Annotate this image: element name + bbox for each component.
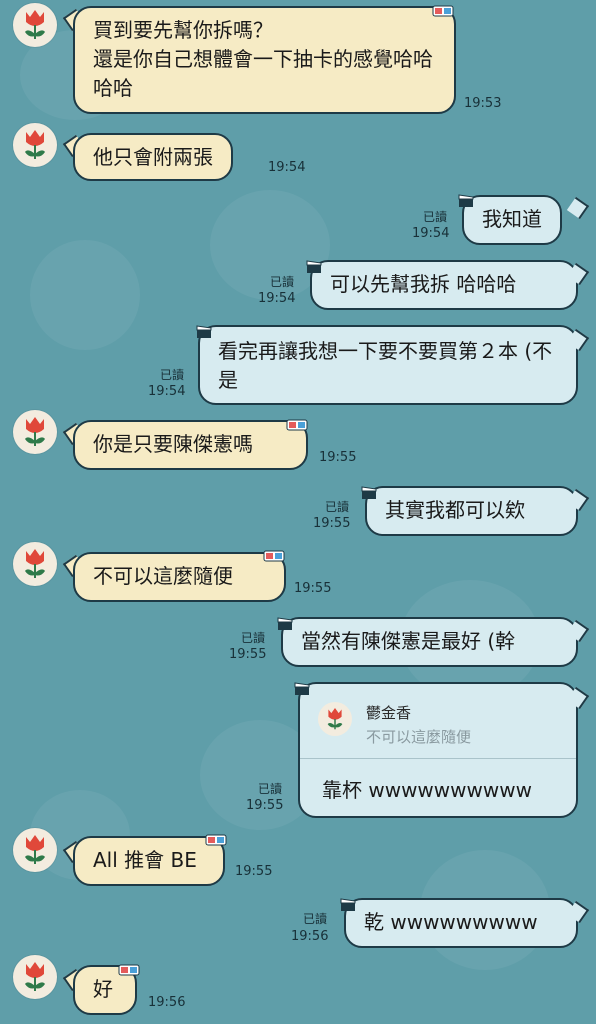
timestamp: 19:54 <box>412 226 450 241</box>
3d-glasses-icon <box>118 964 140 976</box>
message-bubble[interactable]: 乾 wwwwwwwww <box>344 898 578 948</box>
contact-avatar[interactable] <box>13 828 57 872</box>
clapperboard-icon <box>277 617 293 630</box>
3d-glasses-icon <box>432 5 454 17</box>
message-line: 還是你自己想體會一下抽卡的感覺哈哈哈哈 <box>93 47 433 100</box>
read-receipt: 已讀 <box>423 210 448 224</box>
reply-message-card[interactable]: 鬱金香 不可以這麼隨便 靠杯 wwwwwwwwww <box>298 682 578 818</box>
3d-glasses-icon <box>205 834 227 846</box>
timestamp: 19:55 <box>235 864 273 879</box>
message-text: 靠杯 wwwwwwwwww <box>322 778 532 802</box>
read-receipt: 已讀 <box>270 275 295 289</box>
message-bubble[interactable]: 不可以這麼隨便 <box>73 552 286 602</box>
message-bubble[interactable]: 其實我都可以欸 <box>365 486 578 536</box>
message-text: 看完再讓我想一下要不要買第２本 (不是 <box>218 339 553 392</box>
tulip-icon <box>25 962 45 991</box>
message-text: 你是只要陳傑憲嗎 <box>93 432 253 456</box>
message-text: 當然有陳傑憲是最好 (幹 <box>301 629 516 653</box>
contact-avatar[interactable] <box>13 955 57 999</box>
timestamp: 19:55 <box>319 450 357 465</box>
message-text: 其實我都可以欸 <box>385 498 525 522</box>
tulip-icon <box>25 549 45 578</box>
message-bubble[interactable]: 你是只要陳傑憲嗎 <box>73 420 308 470</box>
clapperboard-icon <box>294 682 310 695</box>
timestamp: 19:55 <box>246 798 284 813</box>
clapperboard-icon <box>306 260 322 273</box>
quoted-message[interactable]: 鬱金香 不可以這麼隨便 <box>300 684 576 759</box>
message-bubble[interactable]: 看完再讓我想一下要不要買第２本 (不是 <box>198 325 578 405</box>
timestamp: 19:55 <box>229 647 267 662</box>
quoted-sender-name: 鬱金香 <box>366 704 412 722</box>
quoted-avatar <box>318 702 352 736</box>
read-receipt: 已讀 <box>303 912 328 926</box>
3d-glasses-icon <box>263 550 285 562</box>
read-receipt: 已讀 <box>325 500 350 514</box>
message-bubble[interactable]: 可以先幫我拆 哈哈哈 <box>310 260 578 310</box>
message-bubble[interactable]: 他只會附兩張 <box>73 133 233 181</box>
clapperboard-icon <box>458 194 474 207</box>
tulip-icon <box>25 417 45 446</box>
message-text: 好 <box>93 977 113 1001</box>
clapperboard-icon <box>340 898 356 911</box>
read-receipt: 已讀 <box>241 631 266 645</box>
clapperboard-icon <box>361 486 377 499</box>
timestamp: 19:54 <box>148 384 186 399</box>
timestamp: 19:55 <box>313 516 351 531</box>
read-receipt: 已讀 <box>258 782 283 796</box>
contact-avatar[interactable] <box>13 410 57 454</box>
timestamp: 19:54 <box>268 160 306 175</box>
tulip-icon <box>327 708 343 730</box>
message-text: 乾 wwwwwwwww <box>364 910 538 934</box>
3d-glasses-icon <box>286 419 308 431</box>
message-bubble[interactable]: All 推會 BE <box>73 836 225 886</box>
message-text: 可以先幫我拆 哈哈哈 <box>330 272 517 296</box>
quoted-text: 不可以這麼隨便 <box>366 728 472 746</box>
message-incoming: 買到要先幫你拆嗎？ 還是你自己想體會一下抽卡的感覺哈哈哈哈 19:53 <box>0 0 596 120</box>
contact-avatar[interactable] <box>13 3 57 47</box>
background-decoration <box>30 240 140 350</box>
tulip-icon <box>25 10 45 39</box>
timestamp: 19:55 <box>294 581 332 596</box>
chat-screen: { "colors": { "background": "#5f9ea9", "… <box>0 0 596 1024</box>
timestamp: 19:54 <box>258 291 296 306</box>
message-bubble[interactable]: 我知道 <box>462 195 562 245</box>
tulip-icon <box>25 835 45 864</box>
message-line: 買到要先幫你拆嗎？ <box>93 18 273 42</box>
message-bubble[interactable]: 買到要先幫你拆嗎？ 還是你自己想體會一下抽卡的感覺哈哈哈哈 <box>73 6 456 114</box>
contact-avatar[interactable] <box>13 123 57 167</box>
message-text: 他只會附兩張 <box>93 145 213 169</box>
tulip-icon <box>25 130 45 159</box>
message-text: All 推會 BE <box>93 848 197 872</box>
timestamp: 19:53 <box>464 96 502 111</box>
timestamp: 19:56 <box>148 995 186 1010</box>
read-receipt: 已讀 <box>160 368 185 382</box>
message-bubble[interactable]: 當然有陳傑憲是最好 (幹 <box>281 617 578 667</box>
message-text: 不可以這麼隨便 <box>93 564 233 588</box>
contact-avatar[interactable] <box>13 542 57 586</box>
message-text: 我知道 <box>482 207 542 231</box>
timestamp: 19:56 <box>291 929 329 944</box>
clapperboard-icon <box>196 325 212 338</box>
